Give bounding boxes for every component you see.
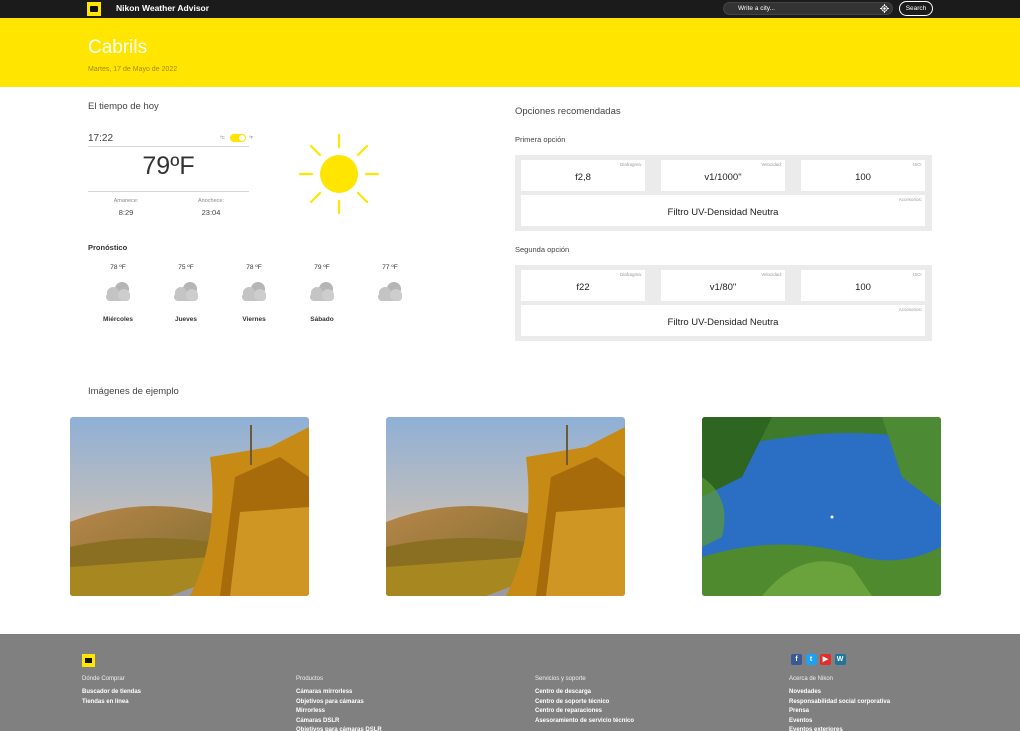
footer-link[interactable]: Mirrorless [296,708,325,714]
city-name: Cabrils [88,37,148,58]
sunset-label: Anochece: [198,198,224,204]
unit-fahrenheit-label: ºF [249,135,254,140]
search-button[interactable]: Search [899,1,933,16]
divider [88,191,249,192]
unit-toggle[interactable]: ºC ºF [220,134,254,142]
shutter-speed-value: v1/1000" [704,172,742,183]
aperture-cell: Diafragma: f22 [521,270,645,301]
cloud-icon [174,282,198,301]
second-option-label: Segunda opción [515,245,570,254]
footer-link[interactable]: Eventos exteriores [789,727,843,731]
example-image-vineyard[interactable] [70,417,309,596]
shutter-speed-value: v1/80" [709,282,737,293]
footer-link[interactable]: Tiendas en línea [82,699,129,705]
top-navbar: Nikon Weather Advisor Search [0,0,1020,18]
footer-link[interactable]: Eventos [789,718,812,724]
site-footer: f t ▶ W Dónde Comprar Buscador de tiendas Tie… [0,634,1020,731]
city-search-input[interactable] [738,3,868,14]
example-images-title: Imágenes de ejemplo [88,386,179,397]
current-date: Martes, 17 de Mayo de 2022 [88,66,178,73]
iso-label: ISO: [912,162,922,167]
accessories-value: Filtro UV-Densidad Neutra [667,317,779,328]
cloud-icon [106,282,130,301]
wordpress-icon[interactable]: W [834,654,846,665]
footer-column-heading: Productos [296,676,324,682]
iso-cell: ISO: 100 [801,270,925,301]
footer-link[interactable]: Responsabilidad social corporativa [789,699,890,705]
shutter-speed-cell: Velocidad: v1/80" [661,270,785,301]
aperture-label: Diafragma: [619,272,642,277]
footer-link[interactable]: Centro de soporte técnico [535,699,609,705]
iso-label: ISO: [912,272,922,277]
footer-link[interactable]: Cámaras DSLR [296,718,339,724]
forecast-temperature: 78 ºF [246,264,262,271]
shutter-speed-cell: Velocidad: v1/1000" [661,160,785,191]
accessories-cell: Accesorios: Filtro UV-Densidad Neutra [521,195,925,226]
sunset-time: 23:04 [201,208,221,217]
second-option-panel: Diafragma: f22 Velocidad: v1/80" ISO: 10… [515,265,932,341]
footer-link[interactable]: Buscador de tiendas [82,689,141,695]
forecast-title: Pronóstico [88,243,128,252]
iso-value: 100 [855,172,871,183]
footer-link[interactable]: Centro de reparaciones [535,708,602,714]
app-title: Nikon Weather Advisor [116,3,210,13]
accessories-cell: Accesorios: Filtro UV-Densidad Neutra [521,305,925,336]
cloud-icon [310,282,334,301]
cloud-icon [378,282,402,301]
footer-link[interactable]: Prensa [789,708,809,714]
city-search-box [723,2,893,15]
footer-column-heading: Acerca de Nikon [789,676,834,682]
cloud-icon [242,282,266,301]
forecast-temperature: 79 ºF [314,264,330,271]
forecast-day-name: Viernes [242,316,266,323]
footer-column-heading: Dónde Comprar [82,676,125,682]
current-temperature: 79ºF [142,152,195,180]
iso-cell: ISO: 100 [801,160,925,191]
accessories-label: Accesorios: [898,197,922,202]
unit-celsius-label: ºC [220,135,225,140]
footer-link[interactable]: Novedades [789,689,821,695]
example-image-lake[interactable] [702,417,941,596]
footer-nikon-logo[interactable] [82,654,95,667]
forecast-day-name: Sábado [310,316,334,323]
facebook-icon[interactable]: f [791,654,802,665]
nikon-logo[interactable] [87,2,101,16]
sunrise-time: 8:29 [118,208,134,217]
footer-column-heading: Servicios y soporte [535,676,586,682]
hero-banner: Cabrils Martes, 17 de Mayo de 2022 [0,18,1020,87]
shutter-speed-label: Velocidad: [761,162,782,167]
first-option-label: Primera opción [515,135,566,144]
example-image-vineyard[interactable] [386,417,625,596]
first-option-panel: Diafragma: f2,8 Velocidad: v1/1000" ISO:… [515,155,932,231]
locate-icon[interactable] [880,4,889,13]
footer-link[interactable]: Objetivos para cámaras [296,699,364,705]
aperture-cell: Diafragma: f2,8 [521,160,645,191]
aperture-value: f22 [576,282,590,293]
current-time: 17:22 [88,133,114,144]
accessories-label: Accesorios: [898,307,922,312]
footer-link[interactable]: Objetivos para cámaras DSLR [296,727,382,731]
forecast-day-name: Miércoles [103,316,133,323]
accessories-value: Filtro UV-Densidad Neutra [667,207,779,218]
youtube-icon[interactable]: ▶ [820,654,831,665]
today-weather-title: El tiempo de hoy [88,101,159,112]
aperture-value: f2,8 [575,172,591,183]
footer-link[interactable]: Asesoramiento de servicio técnico [535,718,634,724]
aperture-label: Diafragma: [619,162,642,167]
forecast-temperature: 78 ºF [110,264,126,271]
footer-link[interactable]: Cámaras mirrorless [296,689,352,695]
divider [88,146,249,147]
forecast-day-name: Jueves [174,316,198,323]
forecast-temperature: 75 ºF [178,264,194,271]
sunrise-label: Amanece: [113,198,139,204]
shutter-speed-label: Velocidad: [761,272,782,277]
forecast-temperature: 77 ºF [382,264,398,271]
footer-link[interactable]: Centro de descarga [535,689,591,695]
twitter-icon[interactable]: t [805,654,817,665]
recommended-options-title: Opciones recomendadas [515,106,621,117]
iso-value: 100 [855,282,871,293]
unit-toggle-switch[interactable] [230,134,246,142]
sun-icon [298,133,380,215]
